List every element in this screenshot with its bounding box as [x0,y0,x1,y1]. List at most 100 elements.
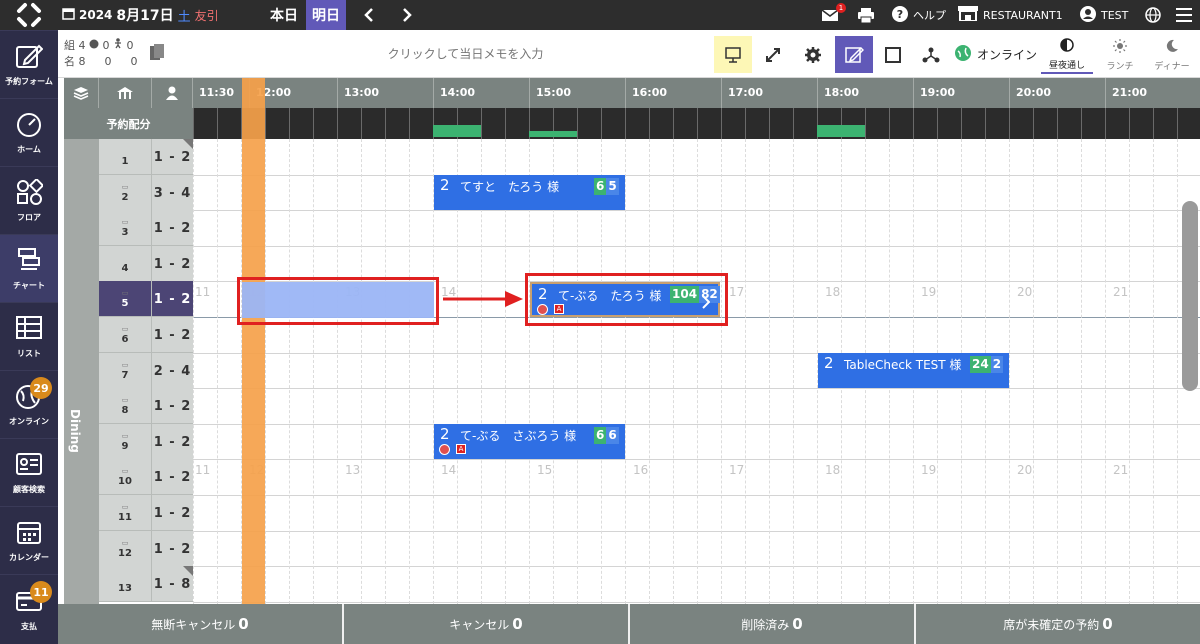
sidebar-item-label: カレンダー [9,552,49,562]
help-button[interactable]: ? ヘルプ [892,0,946,30]
hour-label: 16:00 [625,78,667,108]
reservation-block[interactable]: 2 TableCheck TEST 様 24 2 [818,353,1009,388]
allocation-slot-divider [745,108,746,139]
ghost-hour-label: 20 [1017,463,1033,477]
online-toggle[interactable]: オンライン [955,30,1037,78]
table-row-10[interactable]: ▭ 10 1 - 2 [99,459,193,495]
footer-label: 無断キャンセル [151,617,236,632]
allocation-slot-divider [721,108,722,139]
hour-label: 19:00 [913,78,955,108]
table-name: 13 [118,583,132,594]
table-row-1[interactable]: 11 - 2 [99,139,193,175]
prev-day-chevron-icon[interactable] [358,0,380,30]
sidebar-item-reservation-form[interactable]: 予約フォーム [0,30,58,98]
daily-memo-input[interactable] [218,30,713,78]
count-people-online: 0 [104,55,112,68]
table-feature-icon: ▭ [121,289,129,297]
tomorrow-button[interactable]: 明日 [306,0,346,30]
edit-mode-icon[interactable] [835,36,873,73]
time-gridline [1153,139,1154,604]
table-row-6[interactable]: ▭ 6 1 - 2 [99,317,193,353]
mode-dinner[interactable]: ディナー [1146,36,1198,74]
sidebar-item-label: フロア [17,212,41,222]
time-gridline [265,139,266,604]
allocation-bar [817,125,865,137]
reservation-block[interactable]: 2 てすと たろう 様 65 [434,175,625,210]
table-row-7[interactable]: ▭ 7 2 - 4 [99,353,193,389]
language-globe-icon[interactable] [1145,0,1161,30]
footer-count: 0 [1102,615,1113,633]
next-day-chevron-icon[interactable] [396,0,418,30]
sidebar-item-customer-search[interactable]: 顧客検索 [0,438,58,506]
user-menu[interactable]: TEST [1080,0,1128,30]
deleted-button[interactable]: 削除済み 0 [628,604,914,644]
table-row-3[interactable]: ▭ 3 1 - 2 [99,210,193,246]
table-row-13[interactable]: 13 1 - 8 [99,566,193,602]
table-capacity: 1 - 2 [153,256,192,272]
allocation-slot-divider [913,108,914,139]
table-row-5[interactable]: ▭ 5 1 - 2 [99,281,193,317]
tag-visits: 6 [594,178,607,195]
table-row-8[interactable]: ▭ 8 1 - 2 [99,388,193,424]
table-capacity: 1 - 2 [153,327,192,343]
sidebar-item-list[interactable]: リスト [0,302,58,370]
table-row-4[interactable]: 4 1 - 2 [99,246,193,282]
allocation-slot-divider [1105,108,1106,139]
unassigned-button[interactable]: 席が未確定の予約 0 [914,604,1200,644]
hamburger-menu-icon[interactable] [1176,0,1192,30]
reservation-block[interactable]: 2 て-ぶる さぶろう 様 66 A [434,424,625,459]
print-icon[interactable] [858,0,874,30]
no-show-cancel-button[interactable]: 無断キャンセル 0 [58,604,342,644]
sidebar-item-calendar[interactable]: カレンダー [0,506,58,574]
a-tag-icon: A [456,444,466,454]
network-icon[interactable] [912,36,950,73]
table-sort-icon[interactable] [99,78,152,108]
tag-visits: 6 [594,427,607,444]
seating-area: Dining 11 - 2 ▭ 2 3 - 4 ▭ 3 1 - 241 - 2 ▭ 5 1 - 2… [64,78,1200,604]
restaurant-name: RESTAURANT1 [983,8,1063,22]
chart-bars-icon [15,247,43,275]
notes-icon[interactable] [150,44,164,66]
table-feature-icon: ▭ [121,432,129,440]
ghost-hour-label: 11 [195,463,211,477]
sidebar-item-floor[interactable]: フロア [0,166,58,234]
time-gridline [673,139,674,604]
cancel-button[interactable]: キャンセル 0 [342,604,628,644]
mode-all-day[interactable]: 昼夜通し [1041,36,1093,74]
gear-icon[interactable] [794,36,832,73]
presentation-icon[interactable] [714,36,752,73]
sidebar-item-online[interactable]: オンライン 29 [0,370,58,438]
count-people-total: 8 [78,55,86,68]
table-row-12[interactable]: ▭ 12 1 - 2 [99,531,193,567]
today-button[interactable]: 本日 [262,0,306,30]
party-size: 2 [440,176,450,194]
table-row-11[interactable]: ▭ 11 1 - 2 [99,495,193,531]
ghost-hour-label: 19 [921,285,937,299]
reservation-tags: 24 2 [970,356,1004,373]
layers-icon[interactable] [64,78,99,108]
sidebar-item-payment[interactable]: 支払 11 [0,574,58,644]
vertical-scrollbar[interactable] [1182,201,1198,391]
table-row-9[interactable]: ▭ 9 1 - 2 [99,424,193,460]
table-row-2[interactable]: ▭ 2 3 - 4 [99,175,193,211]
allocation-slot-divider [1009,108,1010,139]
hour-label: 11:30 [199,86,235,99]
timeline-grid[interactable]: 1112131415161718192021111213141516171819… [193,78,1200,604]
person-icon[interactable] [152,78,193,108]
corner-marker-icon [183,566,193,576]
reservation-chart: 11:30 12:00 13:00 14:00 15:00 16:00 17:00 18:00… [64,78,1200,604]
date-display[interactable]: 2024 8月17日 土 友引 [62,0,219,30]
sidebar-item-chart[interactable]: チャート [0,234,58,302]
allocation-slot-divider [1081,108,1082,139]
area-label: Dining [68,409,82,453]
app-logo-icon[interactable] [0,0,58,30]
restaurant-selector[interactable]: RESTAURANT1 [958,0,1063,30]
sidebar-item-home[interactable]: ホーム [0,98,58,166]
footer-count: 0 [792,615,803,633]
footer-label: 削除済み [741,617,790,632]
allocation-slot-divider [289,108,290,139]
expand-icon[interactable] [754,36,792,73]
square-icon[interactable] [874,36,912,73]
mail-icon[interactable]: 1 [822,0,846,30]
mode-lunch[interactable]: ランチ [1094,36,1146,74]
